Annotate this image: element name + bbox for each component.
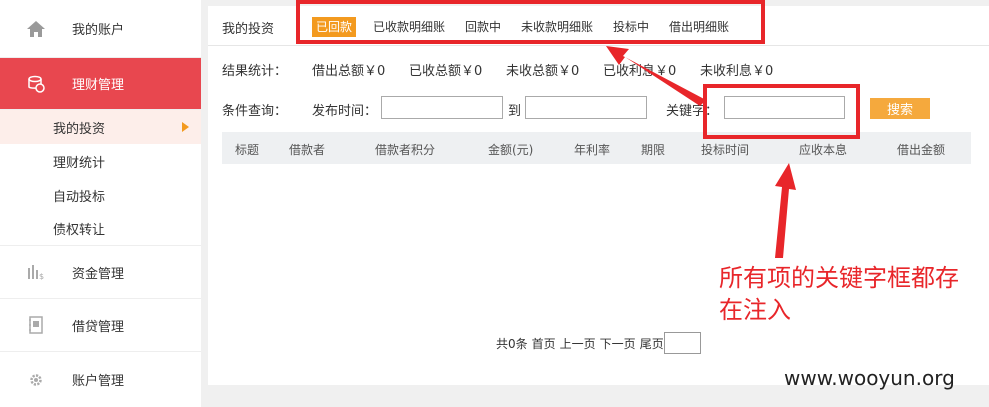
sidebar-item-label: 借贷管理 [72, 319, 125, 335]
stat-received-interest: 已收利息￥0 [603, 64, 677, 79]
sidebar-subitem-auto-bid[interactable]: 自动投标 [0, 178, 201, 212]
sidebar-subitem-finance-stats[interactable]: 理财统计 [0, 144, 201, 178]
start-date-input[interactable] [381, 96, 503, 119]
stats-label: 结果统计： [222, 64, 288, 79]
pager-next[interactable]: 下一页 [600, 335, 636, 352]
pager-total: 共0条 [496, 336, 528, 351]
pager-prev[interactable]: 上一页 [560, 335, 596, 352]
column-header: 借款者 [289, 143, 326, 157]
gear-icon [26, 370, 46, 390]
pager-last[interactable]: 尾页 [640, 335, 664, 352]
column-header: 借款者积分 [375, 143, 436, 157]
sidebar-subitem-label: 我的投资 [53, 121, 106, 137]
column-header: 借出金额 [897, 143, 946, 157]
sidebar-subitem-debt-transfer[interactable]: 债权转让 [0, 212, 201, 246]
sidebar: 我的账户 理财管理 我的投资 理财统计 自动投标 债权转让 $ 资金管理 借贷管… [0, 0, 201, 407]
sidebar-subitem-label: 债权转让 [53, 223, 106, 238]
pagination: 共0条 首页 上一页 下一页 尾页 [496, 332, 701, 354]
keyword-highlight-box [703, 84, 860, 139]
publish-time-label: 发布时间： [312, 104, 378, 119]
sidebar-item-label: 账户管理 [72, 374, 125, 389]
column-header: 投标时间 [701, 143, 750, 157]
sidebar-item-loans[interactable]: 借贷管理 [0, 299, 201, 352]
page-title: 我的投资 [222, 22, 275, 37]
page-number-input[interactable] [663, 332, 701, 354]
sidebar-item-label: 资金管理 [72, 266, 125, 282]
watermark: www.wooyun.org [784, 366, 955, 390]
home-icon [26, 19, 46, 39]
svg-text:$: $ [39, 272, 44, 280]
pager-first[interactable]: 首页 [532, 335, 556, 352]
to-label: 到 [508, 104, 522, 119]
sidebar-item-label: 理财管理 [72, 78, 125, 93]
search-button[interactable]: 搜索 [870, 98, 930, 119]
sidebar-item-label: 我的账户 [72, 23, 125, 38]
sidebar-item-finance[interactable]: 理财管理 [0, 58, 201, 110]
sidebar-item-account-settings[interactable]: 账户管理 [0, 352, 201, 407]
coins-icon [26, 74, 46, 94]
end-date-input[interactable] [525, 96, 647, 119]
column-header: 年利率 [574, 143, 611, 157]
stat-lent-total: 借出总额￥0 [312, 64, 386, 79]
notebook-icon [26, 315, 46, 335]
query-label: 条件查询： [222, 104, 288, 119]
bar-chart-icon: $ [26, 262, 46, 282]
sidebar-item-funds[interactable]: $ 资金管理 [0, 246, 201, 299]
column-header: 应收本息 [799, 143, 848, 157]
column-header: 标题 [235, 143, 260, 157]
sidebar-subitem-my-investment[interactable]: 我的投资 [0, 110, 201, 144]
stat-unreceived-total: 未收总额￥0 [506, 64, 580, 79]
main-panel: 我的投资 已回款 已收款明细账 回款中 未收款明细账 投标中 借出明细账 结果统… [208, 6, 989, 385]
sidebar-item-my-account[interactable]: 我的账户 [0, 0, 201, 58]
sidebar-subitem-label: 理财统计 [53, 155, 106, 171]
stat-unreceived-interest: 未收利息￥0 [700, 64, 774, 79]
column-header: 期限 [641, 143, 666, 157]
column-header: 金额(元) [488, 143, 534, 157]
tabs-highlight-box [296, 0, 765, 44]
annotation-text: 所有项的关键字框都存在注入 [719, 264, 959, 324]
arrow-right-icon [182, 122, 189, 132]
stat-received-total: 已收总额￥0 [409, 64, 483, 79]
sidebar-subitem-label: 自动投标 [53, 189, 106, 205]
